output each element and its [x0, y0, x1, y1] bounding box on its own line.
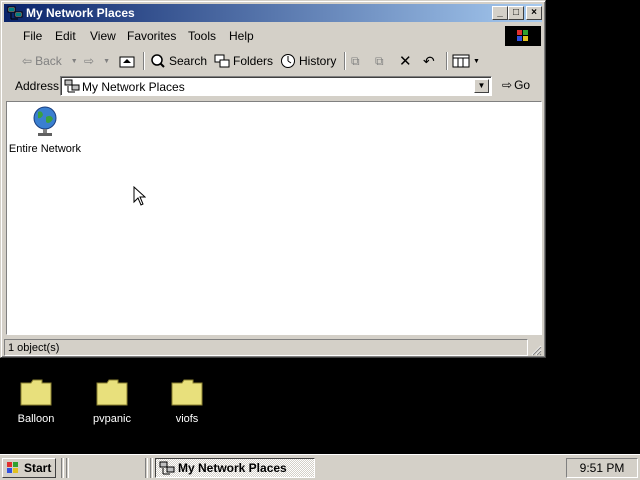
- folder-label: pvpanic: [93, 413, 131, 425]
- start-label: Start: [24, 461, 52, 475]
- file-view[interactable]: Entire Network: [6, 101, 542, 335]
- toolbar-separator: [446, 52, 448, 70]
- go-button[interactable]: ⇨ Go: [502, 78, 530, 92]
- address-bar: Address My Network Places ▼ ⇨ Go: [4, 74, 542, 98]
- network-places-icon: [64, 79, 80, 93]
- history-icon: [281, 54, 295, 68]
- close-button[interactable]: ×: [526, 6, 542, 20]
- standard-toolbar: ⇦ Back ▼ ⇨ ▼ Search Folders History ⧉ ⧉ …: [4, 49, 542, 73]
- move-to-icon: ⧉: [351, 53, 360, 68]
- menu-help[interactable]: Help: [229, 29, 254, 43]
- status-bar: 1 object(s): [4, 339, 542, 356]
- copy-to-button[interactable]: ⧉: [375, 51, 384, 71]
- history-label: History: [299, 54, 337, 68]
- address-input[interactable]: My Network Places ▼: [60, 76, 492, 96]
- menu-edit[interactable]: Edit: [55, 29, 76, 43]
- up-button[interactable]: [119, 51, 135, 71]
- windows-flag-icon: [7, 462, 18, 473]
- undo-icon: ↶: [423, 52, 435, 69]
- toolbar-separator: [143, 52, 145, 70]
- delete-icon: ✕: [399, 53, 412, 70]
- address-dropdown-button[interactable]: ▼: [474, 79, 489, 93]
- back-arrow-icon: ⇦: [22, 54, 33, 68]
- entire-network-item[interactable]: Entire Network: [7, 104, 83, 155]
- folder-icon: [171, 379, 203, 406]
- menu-favorites[interactable]: Favorites: [127, 29, 176, 43]
- windows-logo: [505, 26, 541, 46]
- folder-icon: [96, 379, 128, 406]
- status-text: 1 object(s): [8, 342, 60, 354]
- minimize-icon: _: [497, 7, 503, 18]
- desktop-folder-viofs[interactable]: viofs: [152, 378, 222, 425]
- explorer-window: My Network Places _ □ × File Edit View F…: [0, 0, 546, 358]
- window-title: My Network Places: [26, 6, 135, 20]
- desktop-folder-pvpanic[interactable]: pvpanic: [77, 378, 147, 425]
- search-button[interactable]: Search: [150, 51, 207, 71]
- search-icon: [151, 54, 165, 68]
- globe-icon: [33, 106, 57, 136]
- folder-label: viofs: [175, 413, 199, 425]
- forward-arrow-icon: ⇨: [84, 54, 95, 68]
- folders-button[interactable]: Folders: [214, 51, 273, 71]
- go-arrow-icon: ⇨: [502, 78, 513, 92]
- entire-network-label: Entire Network: [8, 143, 82, 155]
- clock[interactable]: 9:51 PM: [580, 461, 625, 475]
- taskbar-divider: [145, 458, 148, 478]
- go-label: Go: [514, 78, 531, 92]
- minimize-button[interactable]: _: [492, 6, 508, 20]
- chevron-down-icon: ▼: [103, 57, 110, 65]
- resize-grip-icon[interactable]: [530, 344, 542, 356]
- taskbar: Start My Network Places 9:51 PM: [0, 454, 640, 480]
- undo-button[interactable]: ↶: [423, 51, 435, 71]
- address-label: Address: [15, 79, 60, 93]
- network-places-icon: [159, 461, 175, 475]
- task-label: My Network Places: [178, 461, 287, 475]
- search-label: Search: [169, 54, 208, 68]
- forward-button[interactable]: ⇨ ▼: [84, 51, 110, 71]
- menu-bar: File Edit View Favorites Tools Help: [4, 25, 542, 47]
- copy-to-icon: ⧉: [375, 53, 384, 68]
- status-pane: 1 object(s): [4, 339, 528, 356]
- desktop-folder-balloon[interactable]: Balloon: [1, 378, 71, 425]
- taskbar-button-my-network-places[interactable]: My Network Places: [155, 458, 315, 478]
- network-places-icon: [7, 6, 23, 20]
- start-button[interactable]: Start: [2, 458, 56, 478]
- taskbar-divider: [61, 458, 64, 478]
- chevron-down-icon: ▼: [70, 57, 78, 65]
- system-tray: 9:51 PM: [566, 458, 638, 478]
- back-label: Back: [35, 54, 62, 68]
- chevron-down-icon: ▼: [473, 57, 480, 65]
- folders-label: Folders: [233, 54, 274, 68]
- maximize-icon: □: [512, 7, 520, 18]
- taskbar-divider: [66, 458, 69, 478]
- toolbar-separator: [344, 52, 346, 70]
- mouse-pointer-icon: [133, 186, 146, 206]
- address-value: My Network Places: [82, 80, 185, 94]
- menu-file[interactable]: File: [23, 29, 42, 43]
- delete-button[interactable]: ✕: [399, 51, 412, 71]
- up-folder-icon: [119, 56, 135, 68]
- history-button[interactable]: History: [280, 51, 336, 71]
- move-to-button[interactable]: ⧉: [351, 51, 360, 71]
- folder-icon: [20, 379, 52, 406]
- menu-tools[interactable]: Tools: [188, 29, 216, 43]
- chevron-down-icon: ▼: [477, 81, 486, 90]
- windows-flag-icon: [517, 30, 528, 41]
- title-bar[interactable]: My Network Places _ □ ×: [4, 4, 542, 22]
- menu-view[interactable]: View: [90, 29, 116, 43]
- folders-icon: [214, 54, 230, 68]
- views-icon: [452, 54, 470, 68]
- maximize-button[interactable]: □: [508, 6, 524, 20]
- taskbar-divider: [150, 458, 153, 478]
- folder-label: Balloon: [17, 413, 55, 425]
- close-icon: ×: [531, 7, 537, 18]
- back-button[interactable]: ⇦ Back ▼: [22, 51, 78, 71]
- views-button[interactable]: ▼: [452, 51, 480, 71]
